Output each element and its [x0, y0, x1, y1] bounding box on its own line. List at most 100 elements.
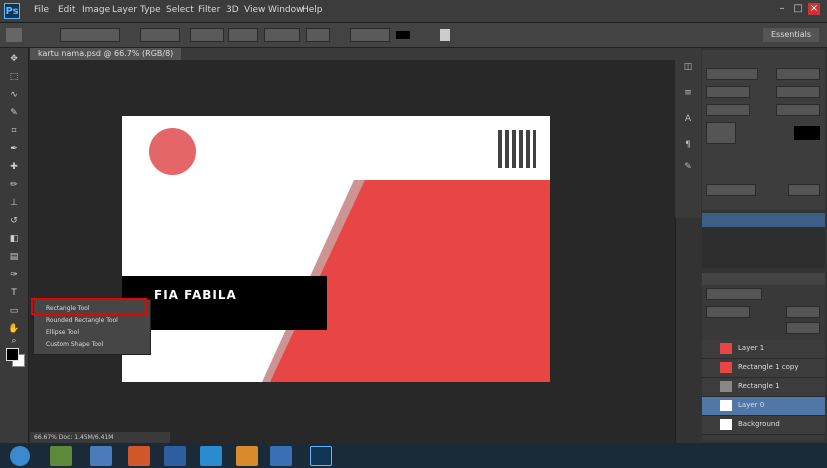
stroke-select[interactable] [190, 28, 224, 42]
document-tab-bar: kartu nama.psd @ 66.7% (RGB/8) [30, 48, 675, 60]
red-shape [262, 180, 550, 382]
language-select[interactable] [706, 184, 756, 196]
gradient-tool-icon[interactable]: ▤ [7, 252, 21, 263]
taskbar-app-mail-icon[interactable] [164, 446, 186, 466]
align-edges-icon[interactable] [440, 29, 450, 41]
stamp-tool-icon[interactable]: ⊥ [7, 198, 21, 209]
workspace-switcher[interactable]: Essentials [763, 28, 819, 42]
layer-name: Layer 1 [738, 344, 765, 352]
move-tool-icon[interactable]: ✥ [7, 54, 21, 65]
foreground-color-swatch[interactable] [6, 348, 19, 361]
menu-view[interactable]: View [244, 5, 265, 15]
status-bar: 66.67% Doc: 1.45M/6.41M [30, 432, 170, 443]
menu-layer[interactable]: Layer [112, 5, 137, 15]
type-tool-icon[interactable]: T [7, 288, 21, 299]
scale-input[interactable] [706, 122, 736, 144]
menu-select[interactable]: Select [166, 5, 194, 15]
zoom-tool-icon[interactable]: ⌕ [7, 336, 21, 347]
stroke-width-input[interactable] [228, 28, 258, 42]
selected-swatch-strip[interactable] [702, 213, 825, 227]
height-input[interactable] [350, 28, 390, 42]
quick-select-tool-icon[interactable]: ✎ [7, 108, 21, 119]
hand-tool-icon[interactable]: ✋ [7, 324, 21, 335]
brush-tool-icon[interactable]: ✏ [7, 180, 21, 191]
taskbar-app-word-icon[interactable] [270, 446, 292, 466]
shape-tool-icon[interactable]: ▭ [7, 306, 21, 317]
windows-taskbar [0, 443, 827, 468]
eyedropper-tool-icon[interactable]: ✒ [7, 144, 21, 155]
menu-filter[interactable]: Filter [198, 5, 220, 15]
font-family-select[interactable] [706, 68, 758, 80]
tool-preset-icon[interactable] [6, 28, 22, 42]
layers-panel-tabs[interactable] [702, 273, 825, 285]
menu-window[interactable]: Window [268, 5, 304, 15]
card-name-text: FIA FABILA [154, 288, 237, 302]
layer-row[interactable]: Layer 1 [702, 340, 825, 359]
kerning-input[interactable] [776, 104, 820, 116]
layer-name: Rectangle 1 copy [738, 363, 799, 371]
character-panel [702, 50, 825, 210]
properties-panel-icon[interactable]: ≡ [682, 88, 694, 98]
taskbar-app-browser-icon[interactable] [200, 446, 222, 466]
antialias-select[interactable] [788, 184, 820, 196]
name-band [122, 276, 327, 330]
menu-edit[interactable]: Edit [58, 5, 75, 15]
opacity-input[interactable] [786, 306, 820, 318]
document-tab[interactable]: kartu nama.psd @ 66.7% (RGB/8) [30, 48, 182, 60]
shape-mode-select[interactable] [60, 28, 120, 42]
stroke-type-select[interactable] [264, 28, 300, 42]
canvas-area[interactable]: FIA FABILA [30, 60, 675, 443]
menu-help[interactable]: Help [302, 5, 323, 15]
layer-name: Layer 0 [738, 401, 765, 409]
start-button[interactable] [10, 446, 30, 466]
options-bar: Essentials [0, 23, 827, 48]
layer-thumbnail [720, 400, 732, 411]
width-input[interactable] [306, 28, 330, 42]
pen-tool-icon[interactable]: ✑ [7, 270, 21, 281]
flyout-item-rounded-rectangle[interactable]: Rounded Rectangle Tool [36, 316, 146, 326]
business-card[interactable]: FIA FABILA [122, 116, 550, 382]
fill-select[interactable] [140, 28, 180, 42]
flyout-item-ellipse[interactable]: Ellipse Tool [36, 328, 146, 338]
color-swatch[interactable] [396, 31, 410, 39]
tracking-input[interactable] [706, 104, 750, 116]
eraser-tool-icon[interactable]: ◧ [7, 234, 21, 245]
taskbar-app-firefox-icon[interactable] [128, 446, 150, 466]
lasso-tool-icon[interactable]: ∿ [7, 90, 21, 101]
text-color-swatch[interactable] [794, 126, 820, 140]
layer-row[interactable]: Rectangle 1 copy [702, 359, 825, 378]
panel-icon-strip [675, 48, 701, 218]
minimize-icon[interactable]: – [776, 3, 788, 15]
taskbar-app-icon[interactable] [90, 446, 112, 466]
menu-file[interactable]: File [34, 5, 49, 15]
history-brush-icon[interactable]: ↺ [7, 216, 21, 227]
taskbar-app-explorer-icon[interactable] [50, 446, 72, 466]
menu-3d[interactable]: 3D [226, 5, 239, 15]
maximize-icon[interactable]: □ [792, 3, 804, 15]
marquee-tool-icon[interactable]: ⬚ [7, 72, 21, 83]
blend-mode-select[interactable] [706, 306, 750, 318]
flyout-item-custom-shape[interactable]: Custom Shape Tool [36, 340, 146, 350]
layer-row-selected[interactable]: Layer 0 [702, 397, 825, 416]
taskbar-app-folder-icon[interactable] [236, 446, 258, 466]
fill-input[interactable] [786, 322, 820, 334]
brush-panel-icon[interactable]: ✎ [682, 162, 694, 172]
history-panel-icon[interactable]: ◫ [682, 62, 694, 72]
layer-thumbnail [720, 343, 732, 354]
taskbar-app-photoshop-icon[interactable] [310, 446, 332, 466]
layer-name: Background [738, 420, 780, 428]
crop-tool-icon[interactable]: ⌗ [7, 126, 21, 137]
menu-type[interactable]: Type [140, 5, 161, 15]
layer-filter-select[interactable] [706, 288, 762, 300]
paragraph-panel-icon[interactable]: ¶ [682, 140, 694, 150]
leading-input[interactable] [776, 86, 820, 98]
layer-row[interactable]: Rectangle 1 [702, 378, 825, 397]
font-size-input[interactable] [706, 86, 750, 98]
layer-row[interactable]: Background [702, 416, 825, 435]
menu-image[interactable]: Image [82, 5, 110, 15]
font-style-select[interactable] [776, 68, 820, 80]
healing-tool-icon[interactable]: ✚ [7, 162, 21, 173]
character-panel-icon[interactable]: A [682, 114, 694, 124]
close-icon[interactable]: × [808, 3, 820, 15]
layer-thumbnail [720, 419, 732, 430]
